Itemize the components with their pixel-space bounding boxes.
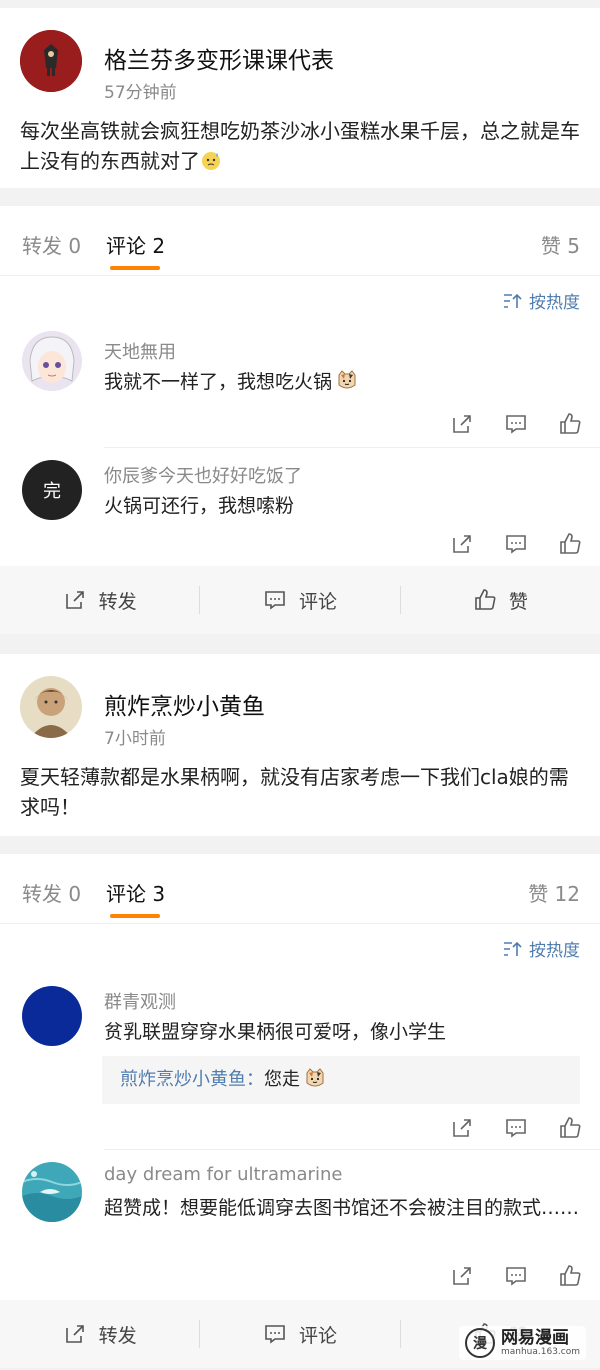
tab-like[interactable]: 赞 12 [528,878,580,907]
footer-like-button[interactable]: 赞 [401,587,600,614]
sort-bar: 按热度 [0,276,600,326]
like-icon[interactable] [558,532,582,556]
tab-underline [110,266,160,270]
sort-bar: 按热度 [0,924,600,974]
comment-text: 贫乳联盟穿穿水果柄很可爱呀，像小学生 [104,1021,447,1043]
sweat-emoji-icon [200,149,222,171]
comment-icon[interactable] [504,1116,528,1140]
comment-item: 群青观测 贫乳联盟穿穿水果柄很可爱呀，像小学生 煎炸烹炒小黄鱼：您走 [0,974,600,1150]
sort-button[interactable]: 按热度 [503,936,580,961]
watermark-text: 网易漫画 manhua.163.com [501,1329,580,1357]
top-gap [0,0,600,8]
reply-text: 您走 [264,1069,300,1090]
post-text: 每次坐高铁就会疯狂想吃奶茶沙冰小蛋糕水果千层，总之就是车上没有的东西就对了 [20,116,582,176]
section-gap [0,188,600,206]
tab-underline [110,914,160,918]
footer-comment-button[interactable]: 评论 [200,587,399,614]
post-footer: 转发 评论 赞 漫 网易漫画 manhua.163.com [0,1300,600,1368]
post-2: 煎炸烹炒小黄鱼 7小时前 夏天轻薄款都是水果柄啊，就没有店家考虑一下我们cla娘… [0,654,600,836]
share-icon[interactable] [450,532,474,556]
comment-icon[interactable] [504,1264,528,1288]
post-gap [0,634,600,654]
watermark-url: manhua.163.com [500,1347,580,1357]
sort-button[interactable]: 按热度 [503,288,580,313]
like-icon[interactable] [558,1116,582,1140]
post-footer: 转发 评论 赞 [0,566,600,634]
footer-repost-button[interactable]: 转发 [0,1321,199,1348]
comment-item: 完 你辰爹今天也好好吃饭了 火锅可还行，我想嗦粉 [0,448,600,566]
tab-like[interactable]: 赞 5 [541,230,580,259]
comment-text-content: 我就不一样了，我想吃火锅 [104,371,333,393]
comment-text: 超赞成！想要能低调穿去图书馆还不会被注目的款式…… [104,1197,580,1219]
comment-actions [450,532,582,556]
comment-icon[interactable] [504,412,528,436]
like-icon[interactable] [558,412,582,436]
comment-icon [265,1325,285,1344]
share-icon[interactable] [450,412,474,436]
footer-repost-button[interactable]: 转发 [0,587,199,614]
footer-like-label: 赞 [508,590,528,613]
like-icon[interactable] [558,1264,582,1288]
watermark-logo-icon: 漫 [464,1328,495,1358]
avatar[interactable] [22,331,82,391]
commenter-name[interactable]: day dream for ultramarine [104,1164,342,1185]
reply-box[interactable]: 煎炸烹炒小黄鱼：您走 [102,1056,580,1104]
comment-item: day dream for ultramarine 超赞成！想要能低调穿去图书馆… [0,1150,600,1300]
commenter-name[interactable]: 天地無用 [104,338,176,364]
sort-label: 按热度 [529,941,580,961]
comment-item: 天地無用 我就不一样了，我想吃火锅 [0,326,600,448]
post-header: 煎炸烹炒小黄鱼 7小时前 夏天轻薄款都是水果柄啊，就没有店家考虑一下我们cla娘… [0,654,600,836]
post-time: 57分钟前 [104,83,177,103]
share-icon [65,1325,84,1343]
avatar[interactable] [22,1162,82,1222]
section-gap [0,836,600,854]
footer-repost-label: 转发 [98,590,137,613]
post-tabs: 转发 0 评论 2 赞 5 [0,206,600,276]
cat-emoji-icon [336,369,358,391]
commenter-name[interactable]: 群青观测 [104,988,176,1014]
comment-actions [450,1264,582,1288]
author-name[interactable]: 煎炸烹炒小黄鱼 [104,687,265,721]
sort-label: 按热度 [529,293,580,313]
post-header: 格兰芬多变形课课代表 57分钟前 每次坐高铁就会疯狂想吃奶茶沙冰小蛋糕水果千层，… [0,8,600,188]
tab-comment[interactable]: 评论 3 [106,878,165,907]
avatar[interactable] [22,986,82,1046]
author-name[interactable]: 格兰芬多变形课课代表 [104,41,334,75]
avatar[interactable]: 完 [22,460,82,520]
reply-author[interactable]: 煎炸烹炒小黄鱼： [120,1069,264,1090]
post-text-content: 每次坐高铁就会疯狂想吃奶茶沙冰小蛋糕水果千层，总之就是车上没有的东西就对了 [20,119,580,173]
post-1: 格兰芬多变形课课代表 57分钟前 每次坐高铁就会疯狂想吃奶茶沙冰小蛋糕水果千层，… [0,8,600,188]
avatar[interactable] [20,676,82,738]
comment-actions [450,1116,582,1140]
comment-text: 火锅可还行，我想嗦粉 [104,495,295,517]
avatar[interactable] [20,30,82,92]
share-icon [65,591,84,609]
footer-comment-label: 评论 [298,590,337,613]
share-icon[interactable] [450,1116,474,1140]
sort-icon [503,940,523,958]
comment-actions [450,412,582,436]
post-time: 7小时前 [104,729,166,749]
watermark-name: 网易漫画 [500,1328,569,1348]
post-tabs: 转发 0 评论 3 赞 12 [0,854,600,924]
comment-icon [265,591,285,610]
share-icon[interactable] [450,1264,474,1288]
comment-icon[interactable] [504,532,528,556]
comment-text: 我就不一样了，我想吃火锅 [104,368,580,396]
like-icon [475,589,496,610]
cat-emoji-icon [304,1060,326,1087]
tab-repost[interactable]: 转发 0 [22,878,81,907]
tab-repost[interactable]: 转发 0 [22,230,81,259]
post-text: 夏天轻薄款都是水果柄啊，就没有店家考虑一下我们cla娘的需求吗！ [20,765,569,819]
footer-repost-label: 转发 [98,1324,137,1347]
footer-comment-label: 评论 [298,1324,337,1347]
footer-comment-button[interactable]: 评论 [200,1321,399,1348]
tab-comment[interactable]: 评论 2 [106,230,165,259]
avatar-text: 完 [43,481,61,502]
watermark: 漫 网易漫画 manhua.163.com [458,1326,586,1360]
commenter-name[interactable]: 你辰爹今天也好好吃饭了 [104,462,302,488]
sort-icon [503,292,523,310]
